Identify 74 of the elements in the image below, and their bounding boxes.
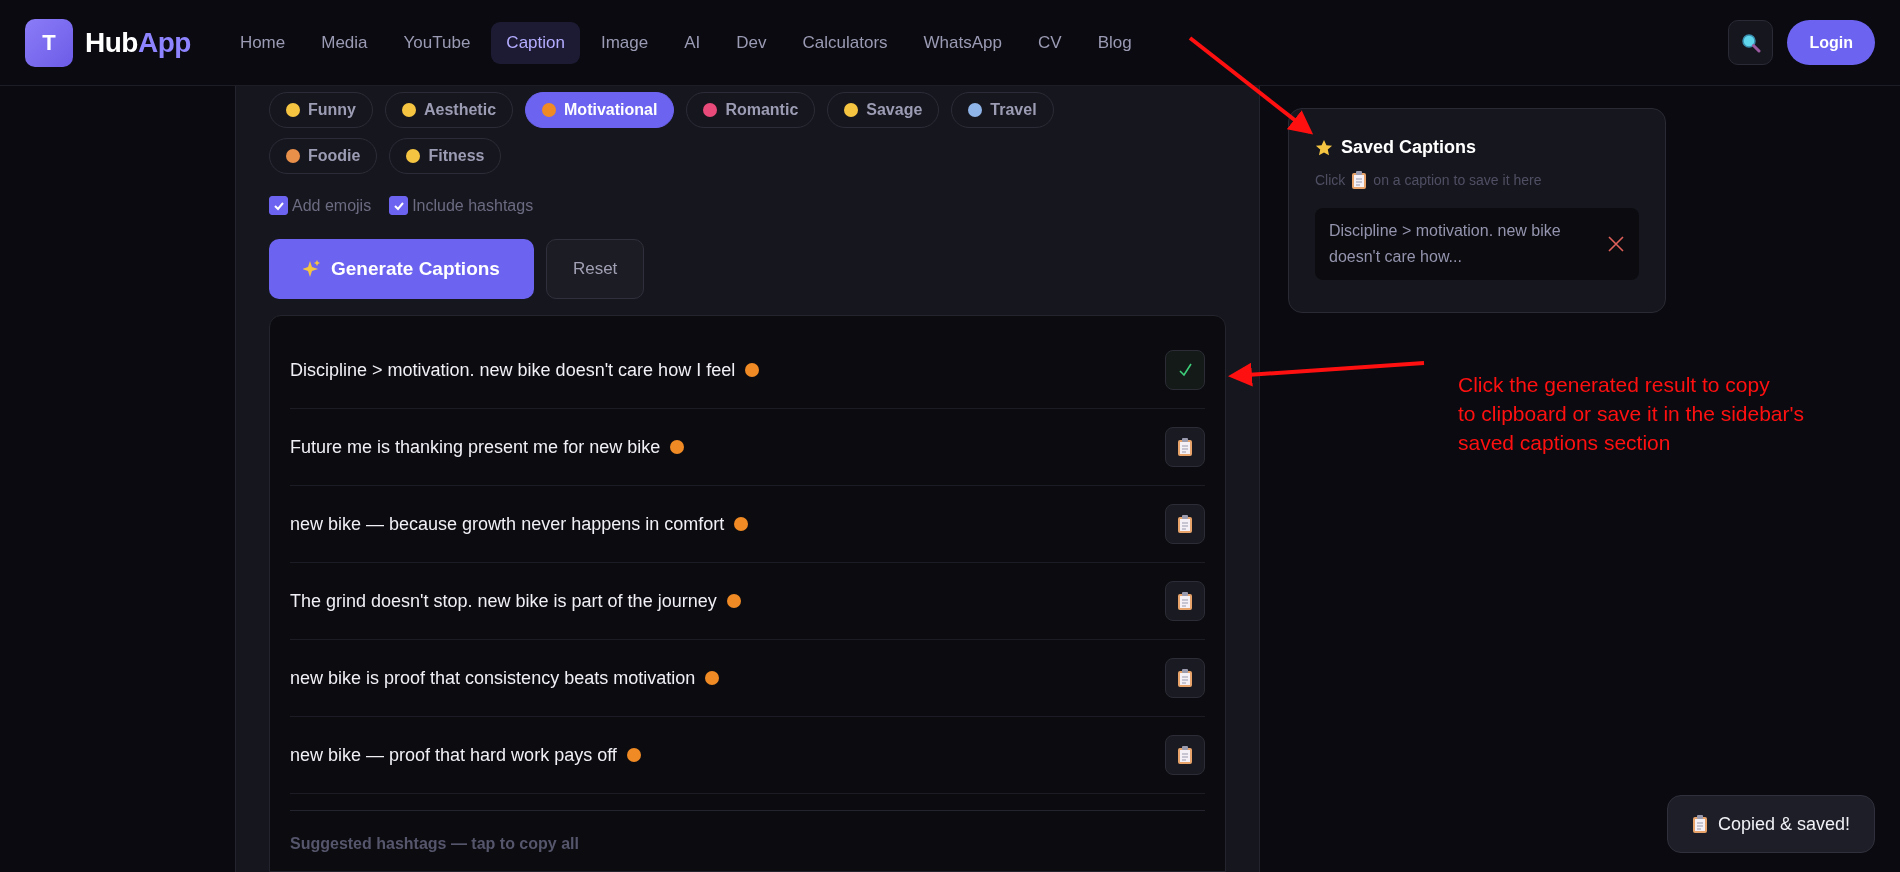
reset-button[interactable]: Reset <box>545 239 645 299</box>
check-icon <box>1177 362 1193 378</box>
tone-chip[interactable]: Fitness <box>389 138 502 174</box>
tone-chip[interactable]: Foodie <box>269 138 378 174</box>
tone-chip[interactable]: Motivational <box>525 92 675 128</box>
emoji-icon <box>286 103 300 117</box>
nav-link[interactable]: Media <box>306 21 383 64</box>
card-hint: Click <box>1315 172 1346 188</box>
emoji-icon <box>402 103 416 117</box>
nav-link[interactable]: Image <box>585 21 664 64</box>
clipboard-icon <box>1177 437 1193 457</box>
emoji-icon <box>406 149 421 163</box>
clipboard-icon <box>1177 591 1193 611</box>
caption-text[interactable]: The grind doesn't stop. new bike is part of the journey <box>290 590 741 612</box>
sparkles-icon <box>303 260 321 278</box>
clipboard-icon <box>1692 814 1708 834</box>
caption-text[interactable]: new bike — proof that hard work pays off <box>290 744 641 766</box>
generate-button[interactable]: Generate Captions <box>269 239 534 299</box>
nav-link[interactable]: Caption <box>491 21 580 64</box>
nav-link[interactable]: WhatsApp <box>908 21 1017 64</box>
emoji-icon <box>745 363 760 377</box>
emoji-icon <box>705 671 720 685</box>
nav-link[interactable]: YouTube <box>388 21 486 64</box>
copy-button[interactable] <box>1165 581 1205 621</box>
copy-button[interactable] <box>1165 658 1205 698</box>
nav-link[interactable]: Dev <box>721 21 782 64</box>
clipboard-icon <box>1177 514 1193 534</box>
tone-chip[interactable]: Funny <box>269 92 373 128</box>
hashtags-hint: Suggested hashtags — tap to copy all <box>290 810 1205 853</box>
caption-text[interactable]: Future me is thanking present me for new bike <box>290 436 685 458</box>
close-icon <box>1607 235 1625 253</box>
emoji-icon <box>968 103 983 117</box>
brand-name[interactable]: HubApp <box>85 26 191 59</box>
nav-link[interactable]: AI <box>669 21 716 64</box>
search-icon <box>1740 32 1761 53</box>
card-hint: on a caption to save it here <box>1373 172 1542 188</box>
clipboard-icon <box>1177 745 1193 765</box>
tone-chip[interactable]: Aesthetic <box>385 92 514 128</box>
card-title: Saved Captions <box>1341 137 1477 158</box>
copy-button[interactable] <box>1165 427 1205 467</box>
emoji-icon <box>542 103 557 117</box>
emoji-icon <box>726 594 741 608</box>
emoji-icon <box>734 517 749 531</box>
toast-text: Copied & saved! <box>1718 813 1851 835</box>
saved-caption-text[interactable]: Discipline > motivation. new bike doesn't care how... <box>1329 218 1579 270</box>
clipboard-icon <box>1351 170 1368 190</box>
search-button[interactable] <box>1728 20 1774 65</box>
emoji-icon <box>844 103 859 117</box>
emoji-icon <box>286 149 300 163</box>
emoji-icon <box>670 440 685 454</box>
tone-chip[interactable]: Romantic <box>686 92 816 128</box>
checkbox-label: Add emojis <box>292 196 372 215</box>
copy-button[interactable] <box>1165 504 1205 544</box>
tone-chip[interactable]: Savage <box>827 92 940 128</box>
clipboard-icon <box>1177 668 1193 688</box>
star-icon <box>1315 138 1333 157</box>
copy-button[interactable] <box>1165 735 1205 775</box>
nav-link[interactable]: Blog <box>1082 21 1147 64</box>
nav-link[interactable]: Home <box>224 21 301 64</box>
checkbox[interactable] <box>389 196 409 215</box>
logo-mark[interactable]: T <box>25 18 73 67</box>
caption-text[interactable]: new bike — because growth never happens in comfort <box>290 513 749 535</box>
annotation-text: Click the generated result to copy to clipboard or save it in the sidebar's saved captions section <box>1458 372 1805 456</box>
nav-link[interactable]: CV <box>1023 21 1077 64</box>
login-button[interactable]: Login <box>1787 20 1875 65</box>
remove-button[interactable] <box>1607 235 1625 253</box>
checkbox[interactable] <box>269 196 288 215</box>
caption-text[interactable]: Discipline > motivation. new bike doesn't care how I feel <box>290 359 760 381</box>
emoji-icon <box>703 103 718 117</box>
caption-text[interactable]: new bike is proof that consistency beats motivation <box>290 667 720 689</box>
checkbox-label: Include hashtags <box>412 196 534 215</box>
emoji-icon <box>626 748 641 762</box>
nav-link[interactable]: Calculators <box>787 21 903 64</box>
tone-chip[interactable]: Travel <box>951 92 1054 128</box>
